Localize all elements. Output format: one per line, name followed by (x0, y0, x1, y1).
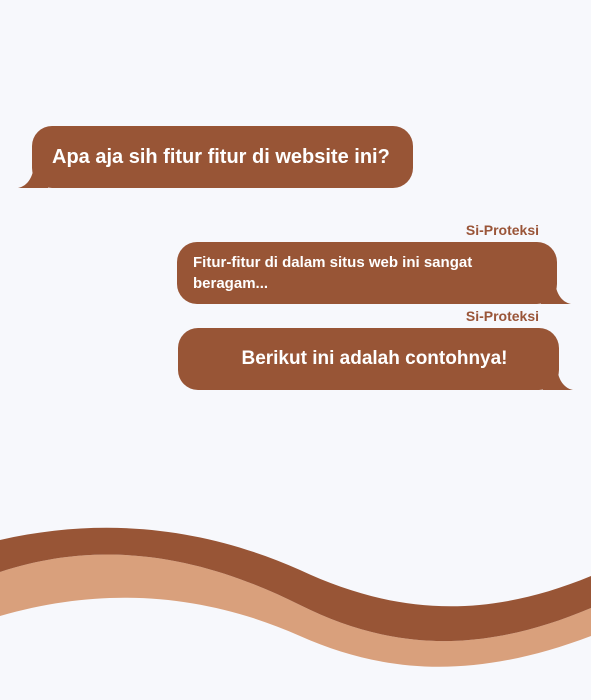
message-text: Berikut ini adalah contohnya! (241, 348, 508, 369)
chat-bubble-reply: Berikut ini adalah contohnya! (178, 328, 573, 390)
sender-name: Si-Proteksi (465, 308, 539, 324)
message-text: Apa aja sih fitur fitur di website ini? (52, 145, 390, 168)
sender-name: Si-Proteksi (465, 222, 539, 238)
bubble-tail (18, 162, 48, 188)
chat-bubble-reply: Fitur-fitur di dalam situs web ini sanga… (177, 242, 571, 304)
bubble-tail (543, 364, 573, 390)
wave-light-band (0, 554, 591, 667)
message-text: Fitur-fitur di dalam situs web ini sanga… (193, 254, 473, 292)
bubble-tail (541, 278, 571, 304)
chat-bubble-question: Apa aja sih fitur fitur di website ini? (18, 126, 413, 188)
wave-dark-band (0, 527, 591, 642)
